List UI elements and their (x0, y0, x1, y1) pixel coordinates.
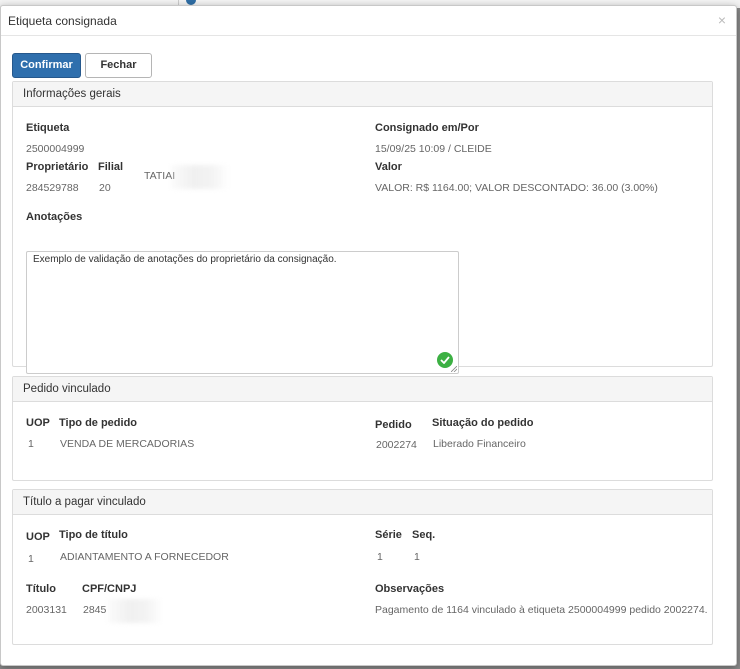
consigned-label-dialog: Etiqueta consignada × Confirmar Fechar I… (0, 5, 737, 666)
cpf-cnpj-label: CPF/CNPJ (82, 583, 137, 595)
order-status-value: Liberado Financeiro (433, 438, 526, 450)
titulo-label: Título (26, 583, 56, 595)
resize-handle-icon[interactable] (451, 366, 457, 372)
general-info-panel: Informações gerais Etiqueta 2500004999 C… (12, 81, 713, 374)
consignado-value: 15/09/25 10:09 / CLEIDE (375, 143, 492, 155)
anotacoes-label: Anotações (26, 211, 83, 223)
anotacoes-textarea[interactable]: Exemplo de validação de anotações do pro… (26, 251, 459, 374)
confirm-button[interactable]: Confirmar (12, 53, 81, 78)
titulo-value: 2003131 (26, 604, 67, 616)
seq-value: 1 (414, 551, 420, 563)
order-uop-label: UOP (26, 417, 50, 429)
proprietario-value: 284529788 (26, 182, 79, 194)
order-number-value: 2002274 (376, 439, 417, 451)
observacoes-value: Pagamento de 1164 vinculado à etiqueta 2… (375, 604, 708, 616)
linked-order-panel: Pedido vinculado UOP 1 Tipo de pedido VE… (12, 376, 713, 481)
etiqueta-value: 2500004999 (26, 143, 85, 155)
linked-payable-panel: Título a pagar vinculado UOP 1 Tipo de t… (12, 489, 713, 645)
etiqueta-label: Etiqueta (26, 122, 70, 134)
close-button[interactable]: Fechar (85, 53, 152, 78)
linked-payable-title: Título a pagar vinculado (13, 490, 712, 515)
payable-uop-value: 1 (28, 553, 34, 565)
order-number-label: Pedido (375, 419, 412, 431)
order-uop-value: 1 (28, 438, 34, 450)
serie-value: 1 (377, 551, 383, 563)
order-type-value: VENDA DE MERCADORIAS (60, 438, 195, 450)
consignado-label: Consignado em/Por (375, 122, 479, 134)
filial-label: Filial (98, 161, 124, 173)
seq-label: Seq. (412, 529, 436, 541)
anotacoes-text: Exemplo de validação de anotações do pro… (33, 254, 337, 265)
close-icon[interactable]: × (718, 13, 726, 27)
redacted-owner-name (171, 165, 229, 189)
linked-order-title: Pedido vinculado (13, 377, 712, 402)
order-type-label: Tipo de pedido (59, 417, 138, 429)
filial-value: 20 (99, 182, 111, 194)
observacoes-label: Observações (375, 583, 445, 595)
order-status-label: Situação do pedido (432, 417, 534, 429)
payable-type-label: Tipo de título (59, 529, 128, 541)
payable-uop-label: UOP (26, 531, 50, 543)
payable-type-value: ADIANTAMENTO A FORNECEDOR (60, 551, 229, 563)
proprietario-label: Proprietário (26, 161, 89, 173)
dialog-header: Etiqueta consignada × (1, 6, 736, 36)
serie-label: Série (375, 529, 402, 541)
cpf-cnpj-value: 2845 (83, 604, 107, 616)
dialog-title: Etiqueta consignada (8, 14, 117, 28)
valor-label: Valor (375, 161, 402, 173)
valor-value: VALOR: R$ 1164.00; VALOR DESCONTADO: 36.… (375, 182, 658, 194)
redacted-cpf-cnpj (108, 599, 163, 623)
general-info-title: Informações gerais (13, 82, 712, 107)
